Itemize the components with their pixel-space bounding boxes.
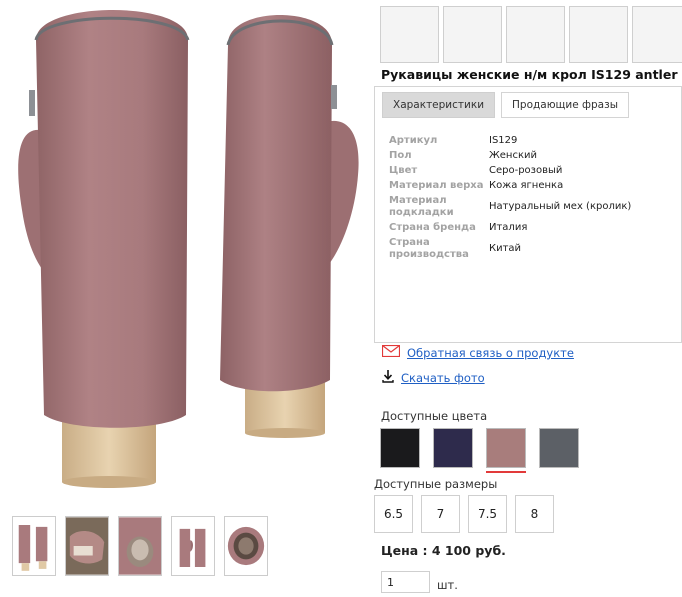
size-option[interactable]: 6.5 <box>374 495 413 533</box>
gallery-slot[interactable] <box>506 6 565 63</box>
download-photo-link[interactable]: Скачать фото <box>401 371 485 385</box>
spec-value: Женский <box>489 150 537 161</box>
spec-value: IS129 <box>489 135 518 146</box>
gallery-slot[interactable] <box>443 6 502 63</box>
sizes-label: Доступные размеры <box>374 477 498 491</box>
spec-value: Италия <box>489 222 528 233</box>
quantity-input[interactable] <box>381 571 430 593</box>
spec-row: Страна бренда Италия <box>389 222 679 234</box>
color-swatches <box>380 428 579 473</box>
spec-value: Серо-розовый <box>489 165 563 176</box>
gallery-slot[interactable] <box>380 6 439 63</box>
spec-label: Страна бренда <box>389 222 476 233</box>
specs-table: Артикул IS129 Пол Женский Цвет Серо-розо… <box>389 135 679 264</box>
gallery-slot[interactable] <box>569 6 628 63</box>
spec-value: Кожа ягненка <box>489 180 564 191</box>
thumbnail-2[interactable] <box>65 516 109 576</box>
tab-selling-phrases[interactable]: Продающие фразы <box>501 92 629 118</box>
spec-label: Материал подкладки <box>389 195 454 218</box>
tab-characteristics[interactable]: Характеристики <box>382 92 496 118</box>
thumbnail-1[interactable] <box>12 516 56 576</box>
characteristics-panel: Характеристики Продающие фразы Артикул I… <box>374 86 682 343</box>
size-option[interactable]: 7.5 <box>468 495 507 533</box>
feedback-link-row: Обратная связь о продукте <box>381 344 574 360</box>
spec-row: Материал верха Кожа ягненка <box>389 180 679 192</box>
quantity-unit: шт. <box>437 578 458 592</box>
spec-label: Страна производства <box>389 237 469 260</box>
thumbnail-strip <box>12 516 268 576</box>
color-swatch-black[interactable] <box>380 428 420 468</box>
colors-label: Доступные цвета <box>381 409 488 423</box>
color-swatch-antler[interactable] <box>486 428 526 473</box>
spec-row: Материал подкладки Натуральный мех (крол… <box>389 195 679 219</box>
thumbnail-3[interactable] <box>118 516 162 576</box>
spec-label: Пол <box>389 150 412 161</box>
thumbnail-4[interactable] <box>171 516 215 576</box>
tab-bar: Характеристики Продающие фразы <box>382 92 629 118</box>
size-option[interactable]: 7 <box>421 495 460 533</box>
thumbnail-5[interactable] <box>224 516 268 576</box>
color-swatch-navy[interactable] <box>433 428 473 468</box>
color-swatch-grey[interactable] <box>539 428 579 468</box>
size-option[interactable]: 8 <box>515 495 554 533</box>
price-label: Цена : 4 100 руб. <box>381 543 506 558</box>
gallery-slots <box>380 6 682 63</box>
feedback-link[interactable]: Обратная связь о продукте <box>407 346 574 360</box>
spec-label: Материал верха <box>389 180 484 191</box>
product-title: Рукавицы женские н/м крол IS129 antler <box>381 67 678 82</box>
spec-row: Артикул IS129 <box>389 135 679 147</box>
spec-label: Цвет <box>389 165 418 176</box>
envelope-icon <box>381 344 401 360</box>
spec-value: Китай <box>489 243 522 254</box>
spec-row: Цвет Серо-розовый <box>389 165 679 177</box>
size-options: 6.5 7 7.5 8 <box>374 495 554 533</box>
spec-row: Пол Женский <box>389 150 679 162</box>
spec-label: Артикул <box>389 135 438 146</box>
spec-value: Натуральный мех (кролик) <box>489 201 632 212</box>
download-link-row: Скачать фото <box>382 370 485 386</box>
gallery-slot[interactable] <box>632 6 682 63</box>
download-icon <box>382 370 394 386</box>
spec-row: Страна производства Китай <box>389 237 679 261</box>
main-product-image <box>0 0 372 500</box>
